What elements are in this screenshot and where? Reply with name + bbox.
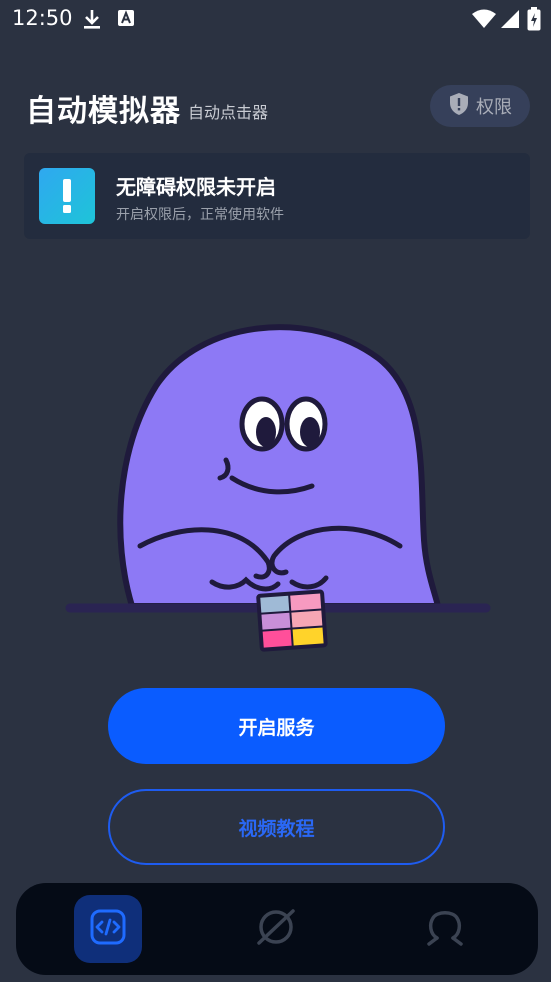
download-icon <box>82 8 102 34</box>
wifi-icon <box>472 9 496 33</box>
nav-item-discover[interactable] <box>242 895 310 963</box>
mascot-illustration <box>60 300 500 660</box>
code-icon <box>89 908 127 950</box>
page-subtitle: 自动点击器 <box>188 103 269 122</box>
signal-icon <box>500 9 520 33</box>
a-notification-icon <box>118 10 134 30</box>
nav-item-profile[interactable] <box>411 895 479 963</box>
status-bar: 12:50 <box>0 0 551 38</box>
planet-icon <box>255 906 297 952</box>
exclamation-icon <box>39 168 95 224</box>
start-service-button[interactable]: 开启服务 <box>108 688 445 764</box>
notice-description: 开启权限后，正常使用软件 <box>116 207 284 223</box>
status-time: 12:50 <box>12 6 73 30</box>
person-icon <box>425 906 465 952</box>
notice-title: 无障碍权限未开启 <box>116 175 276 199</box>
bottom-nav <box>16 883 538 975</box>
accessibility-notice-card[interactable]: 无障碍权限未开启 开启权限后，正常使用软件 <box>24 153 530 239</box>
video-tutorial-button[interactable]: 视频教程 <box>108 789 445 865</box>
phone-grid <box>256 589 328 652</box>
permission-button-label: 权限 <box>476 97 512 118</box>
page-title: 自动模拟器 <box>26 94 181 129</box>
battery-charging-icon <box>527 7 541 35</box>
shield-icon <box>448 92 470 121</box>
nav-item-code[interactable] <box>74 895 142 963</box>
permission-button[interactable]: 权限 <box>430 85 530 127</box>
header: 自动模拟器 自动点击器 权限 <box>0 80 551 136</box>
